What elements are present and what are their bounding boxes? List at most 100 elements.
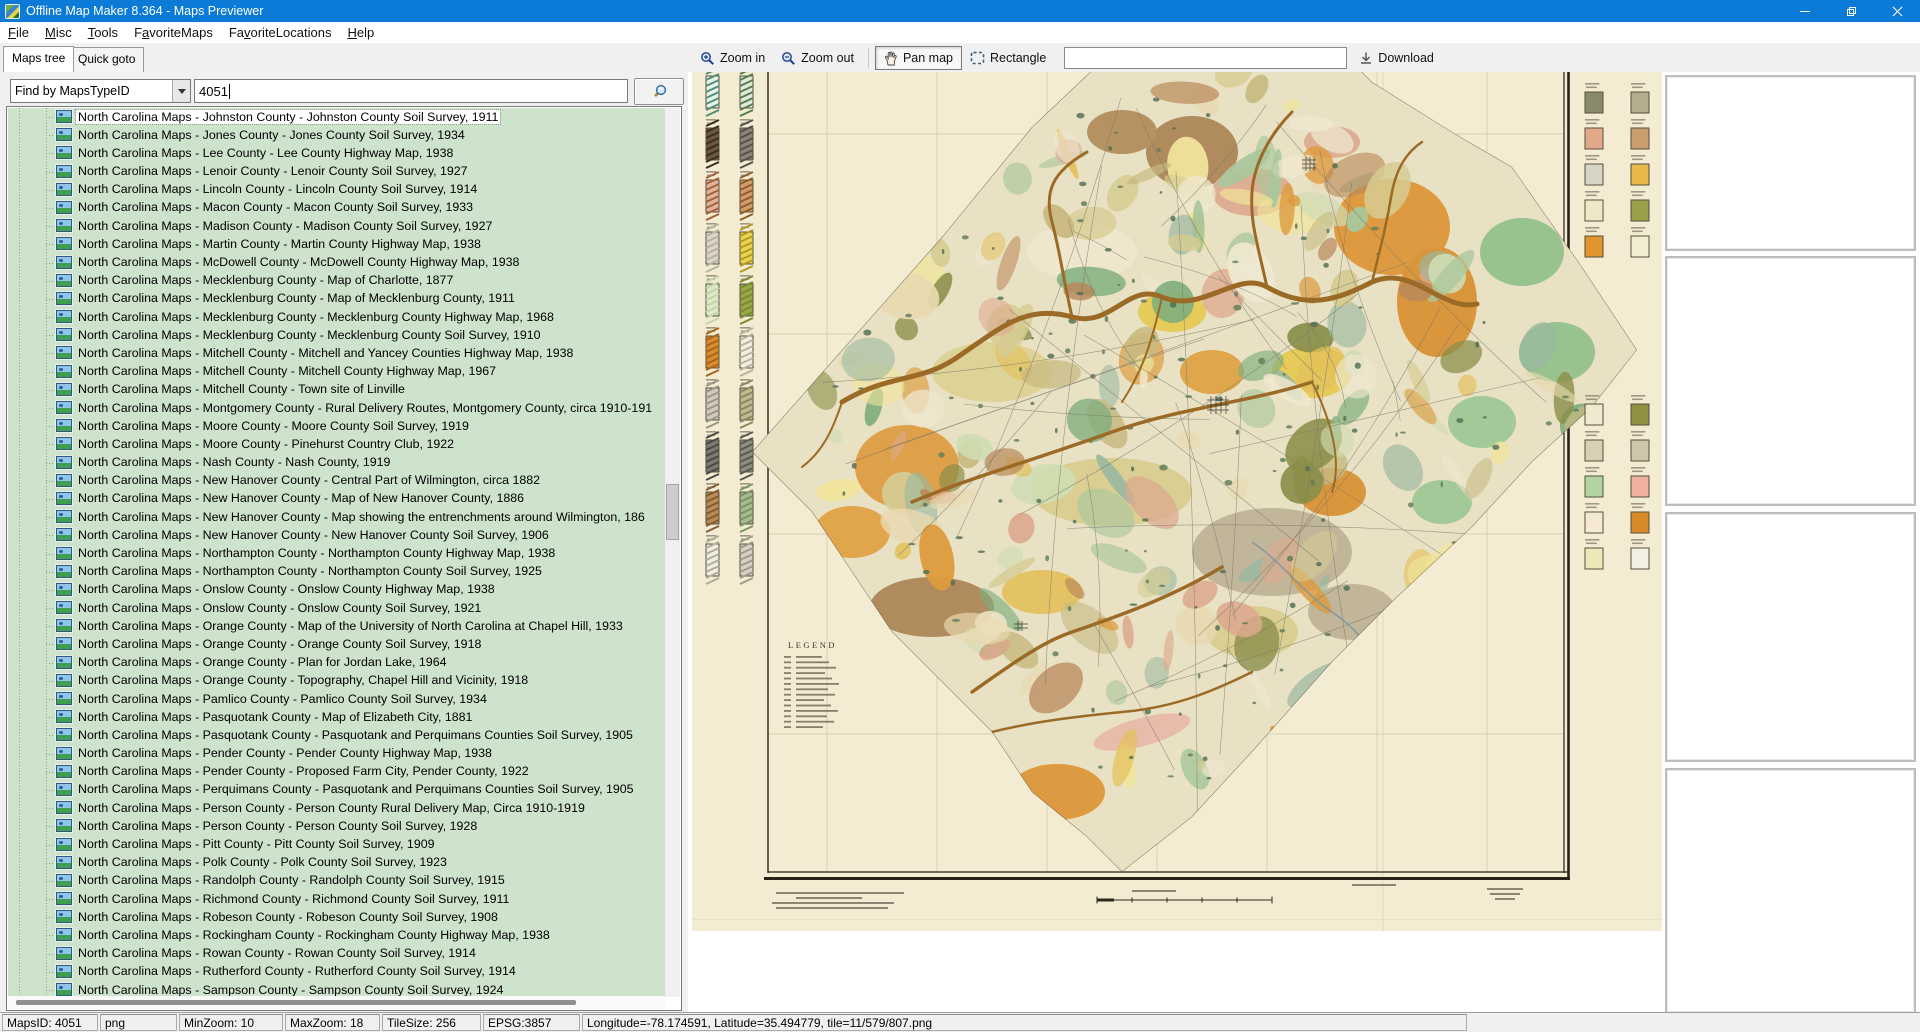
search-button[interactable] [634, 78, 684, 105]
tree-item[interactable]: North Carolina Maps - Mitchell County - … [8, 344, 666, 362]
tree-connector [46, 353, 55, 354]
tree-item[interactable]: North Carolina Maps - Onslow County - On… [8, 599, 666, 617]
tree-item[interactable]: North Carolina Maps - Randolph County - … [8, 872, 666, 890]
tree-item[interactable]: North Carolina Maps - Richmond County - … [8, 890, 666, 908]
horizontal-scrollbar-thumb[interactable] [16, 1000, 576, 1005]
tree-connector [46, 644, 55, 645]
search-input[interactable]: 4051 [194, 79, 628, 103]
tree-item[interactable]: North Carolina Maps - Mecklenburg County… [8, 290, 666, 308]
tree-item[interactable]: North Carolina Maps - Rutherford County … [8, 963, 666, 981]
status-segment-5: EPSG:3857 [483, 1014, 580, 1031]
tree-item[interactable]: North Carolina Maps - McDowell County - … [8, 254, 666, 272]
tree-item[interactable]: North Carolina Maps - Rockingham County … [8, 926, 666, 944]
tree-item[interactable]: North Carolina Maps - Mitchell County - … [8, 381, 666, 399]
tree-item[interactable]: North Carolina Maps - Mecklenburg County… [8, 326, 666, 344]
tree-item[interactable]: North Carolina Maps - Orange County - To… [8, 672, 666, 690]
tree-item[interactable]: North Carolina Maps - Johnston County - … [8, 108, 666, 126]
tree-item[interactable]: North Carolina Maps - Moore County - Moo… [8, 417, 666, 435]
tree-item[interactable]: North Carolina Maps - Sampson County - S… [8, 981, 666, 997]
tree-item-label: North Carolina Maps - New Hanover County… [78, 491, 524, 505]
tree-item[interactable]: North Carolina Maps - Mitchell County - … [8, 363, 666, 381]
menu-file[interactable]: File [0, 23, 37, 42]
zoom-in-button[interactable]: Zoom in [692, 46, 773, 70]
tree-item[interactable]: North Carolina Maps - Person County - Pe… [8, 799, 666, 817]
menu-favoritemaps[interactable]: FavoriteMaps [126, 23, 221, 42]
tree-item[interactable]: North Carolina Maps - Mecklenburg County… [8, 308, 666, 326]
map-image-icon [56, 274, 72, 287]
tree-item[interactable]: North Carolina Maps - Mecklenburg County… [8, 272, 666, 290]
tree-item[interactable]: North Carolina Maps - Pender County - Pr… [8, 763, 666, 781]
tree-item[interactable]: North Carolina Maps - Macon County - Mac… [8, 199, 666, 217]
tree-item-label: North Carolina Maps - Randolph County - … [78, 873, 505, 887]
tree-item[interactable]: North Carolina Maps - New Hanover County… [8, 526, 666, 544]
map-image-icon [56, 510, 72, 523]
menu-tools[interactable]: Tools [80, 23, 126, 42]
tree-item[interactable]: North Carolina Maps - Lenoir County - Le… [8, 163, 666, 181]
tree-item[interactable]: North Carolina Maps - Orange County - Pl… [8, 654, 666, 672]
restore-button[interactable] [1828, 0, 1874, 22]
tree-item[interactable]: North Carolina Maps - Person County - Pe… [8, 817, 666, 835]
zoom-out-button[interactable]: Zoom out [773, 46, 862, 70]
tree-connector [46, 172, 55, 173]
map-image-icon [56, 637, 72, 650]
tree-item-label: North Carolina Maps - Lenoir County - Le… [78, 164, 468, 178]
tree-connector [46, 881, 55, 882]
maps-tree-list: North Carolina Maps - Johnston County - … [8, 108, 666, 997]
tree-item[interactable]: North Carolina Maps - Orange County - Or… [8, 635, 666, 653]
rectangle-button[interactable]: Rectangle [962, 46, 1054, 70]
tab-quick-goto[interactable]: Quick goto [69, 47, 144, 72]
tree-item-label: North Carolina Maps - Pasquotank County … [78, 710, 472, 724]
tree-item[interactable]: North Carolina Maps - New Hanover County… [8, 490, 666, 508]
tree-item[interactable]: North Carolina Maps - Pasquotank County … [8, 708, 666, 726]
tree-item-label: North Carolina Maps - Mecklenburg County… [78, 328, 541, 342]
tree-item[interactable]: North Carolina Maps - Lee County - Lee C… [8, 144, 666, 162]
download-button[interactable]: Download [1351, 46, 1442, 70]
tree-item-label: North Carolina Maps - Person County - Pe… [78, 801, 585, 815]
menu-misc[interactable]: Misc [37, 23, 80, 42]
tree-item[interactable]: North Carolina Maps - Pasquotank County … [8, 726, 666, 744]
minimize-button[interactable] [1782, 0, 1828, 22]
tree-item[interactable]: North Carolina Maps - Polk County - Polk… [8, 854, 666, 872]
toolbar-input[interactable] [1064, 47, 1347, 69]
tree-item[interactable]: North Carolina Maps - New Hanover County… [8, 472, 666, 490]
tree-item-label: North Carolina Maps - Orange County - To… [78, 673, 528, 687]
tree-item[interactable]: North Carolina Maps - Madison County - M… [8, 217, 666, 235]
tree-item-label: North Carolina Maps - Macon County - Mac… [78, 200, 473, 214]
tree-item[interactable]: North Carolina Maps - Martin County - Ma… [8, 235, 666, 253]
tree-item-label: North Carolina Maps - Jones County - Jon… [78, 128, 465, 142]
tree-item[interactable]: North Carolina Maps - Moore County - Pin… [8, 435, 666, 453]
tree-item[interactable]: North Carolina Maps - Montgomery County … [8, 399, 666, 417]
tree-item[interactable]: North Carolina Maps - Orange County - Ma… [8, 617, 666, 635]
tree-item[interactable]: North Carolina Maps - Robeson County - R… [8, 908, 666, 926]
vertical-scrollbar-thumb[interactable] [666, 484, 679, 540]
menu-favoritelocations[interactable]: FavoriteLocations [221, 23, 340, 42]
horizontal-scrollbar[interactable] [8, 996, 666, 1009]
close-button[interactable] [1874, 0, 1920, 22]
combobox-dropdown-button[interactable] [172, 80, 190, 102]
tree-item[interactable]: North Carolina Maps - Pitt County - Pitt… [8, 836, 666, 854]
tree-item[interactable]: North Carolina Maps - Pender County - Pe… [8, 745, 666, 763]
pan-map-button[interactable]: Pan map [875, 46, 962, 70]
tree-item[interactable]: North Carolina Maps - Jones County - Jon… [8, 126, 666, 144]
tree-item-label: North Carolina Maps - Sampson County - S… [78, 983, 503, 997]
tree-item[interactable]: North Carolina Maps - New Hanover County… [8, 508, 666, 526]
tree-item[interactable]: North Carolina Maps - Rowan County - Row… [8, 945, 666, 963]
map-image-icon [56, 165, 72, 178]
tree-item[interactable]: North Carolina Maps - Nash County - Nash… [8, 454, 666, 472]
tree-item[interactable]: North Carolina Maps - Onslow County - On… [8, 581, 666, 599]
status-segment-6: Longitude=-78.174591, Latitude=35.494779… [582, 1014, 1467, 1031]
menu-help[interactable]: Help [339, 23, 382, 42]
tree-item[interactable]: North Carolina Maps - Perquimans County … [8, 781, 666, 799]
tree-item[interactable]: North Carolina Maps - Northampton County… [8, 545, 666, 563]
tree-item[interactable]: North Carolina Maps - Northampton County… [8, 563, 666, 581]
tab-maps-tree[interactable]: Maps tree [3, 46, 74, 72]
vertical-scrollbar[interactable] [665, 108, 680, 997]
close-icon [1892, 6, 1903, 17]
find-by-combobox[interactable]: Find by MapsTypeID [10, 79, 191, 103]
tree-item[interactable]: North Carolina Maps - Lincoln County - L… [8, 181, 666, 199]
map-preview[interactable]: LEGEND [692, 72, 1662, 931]
tree-connector [46, 390, 55, 391]
map-image-icon [56, 419, 72, 432]
tree-connector [46, 590, 55, 591]
tree-item[interactable]: North Carolina Maps - Pamlico County - P… [8, 690, 666, 708]
